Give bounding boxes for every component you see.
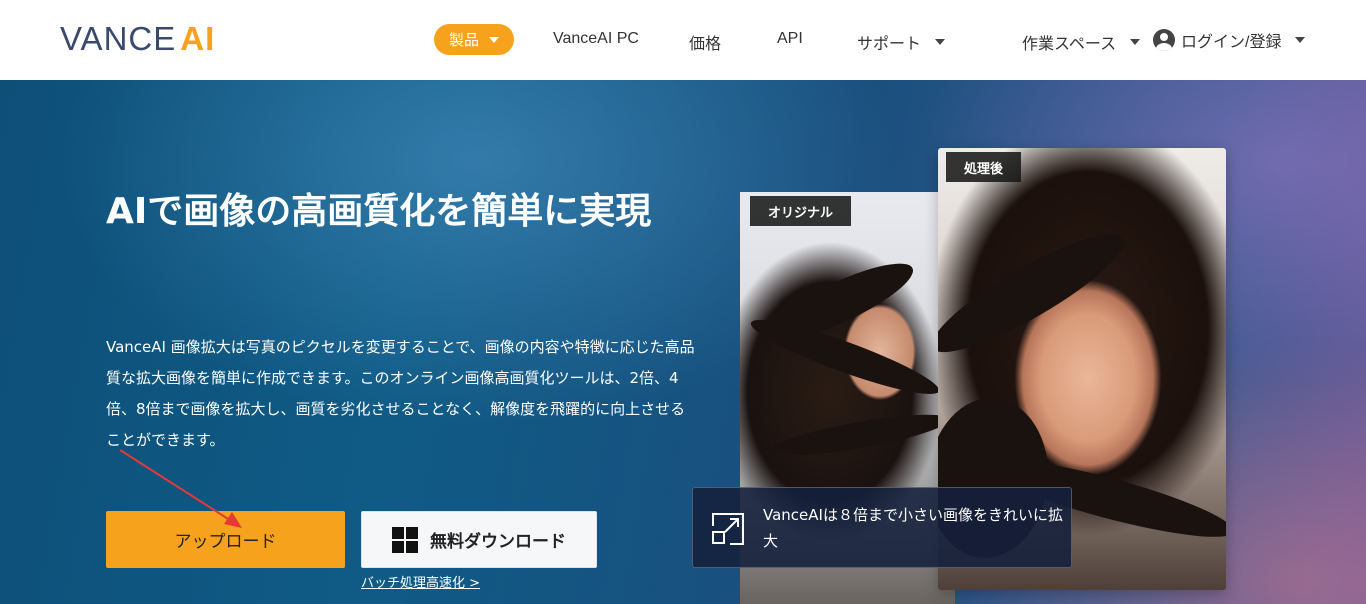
chevron-down-icon xyxy=(935,39,946,45)
original-label: オリジナル xyxy=(750,196,852,226)
expand-icon xyxy=(712,513,744,545)
nav-login[interactable]: ログイン/登録 xyxy=(1153,28,1306,52)
nav-vanceai-pc[interactable]: VanceAI PC xyxy=(553,30,639,48)
chevron-down-icon xyxy=(1130,39,1141,45)
processed-label: 処理後 xyxy=(946,152,1022,182)
nav-products-button[interactable]: 製品 xyxy=(434,24,514,55)
chevron-down-icon xyxy=(489,36,499,43)
nav-workspace[interactable]: 作業スペース xyxy=(1022,30,1141,54)
hero-title: AIで画像の高画質化を簡単に実現 xyxy=(106,191,652,232)
windows-icon xyxy=(392,526,418,553)
upscale-info-text: VanceAIは８倍まで小さい画像をきれいに拡大 xyxy=(763,506,1063,550)
upload-button[interactable]: アップロード xyxy=(106,511,345,568)
upload-button-label: アップロード xyxy=(174,532,277,552)
batch-processing-link[interactable]: バッチ処理高速化 > xyxy=(361,572,480,591)
nav-support[interactable]: サポート xyxy=(857,30,946,54)
nav-products-label: 製品 xyxy=(448,32,479,49)
nav-pricing[interactable]: 価格 xyxy=(689,30,721,54)
free-download-button[interactable]: 無料ダウンロード xyxy=(361,511,597,568)
main-nav: 製品 VanceAI PC 価格 API サポート 作業スペース ログイン/登録 xyxy=(0,0,1366,80)
chevron-down-icon xyxy=(1295,37,1306,43)
hero-description: VanceAI 画像拡大は写真のピクセルを変更することで、画像の内容や特徴に応じ… xyxy=(106,338,695,449)
hero-section: AIで画像の高画質化を簡単に実現 VanceAI 画像拡大は写真のピクセルを変更… xyxy=(0,80,1366,604)
free-download-label: 無料ダウンロード xyxy=(430,532,566,552)
upscale-info-card: VanceAIは８倍まで小さい画像をきれいに拡大 xyxy=(692,487,1072,568)
user-avatar-icon xyxy=(1153,29,1175,51)
site-header: VANCE AI 製品 VanceAI PC 価格 API サポート 作業スペース… xyxy=(0,0,1366,80)
nav-api[interactable]: API xyxy=(777,30,803,48)
